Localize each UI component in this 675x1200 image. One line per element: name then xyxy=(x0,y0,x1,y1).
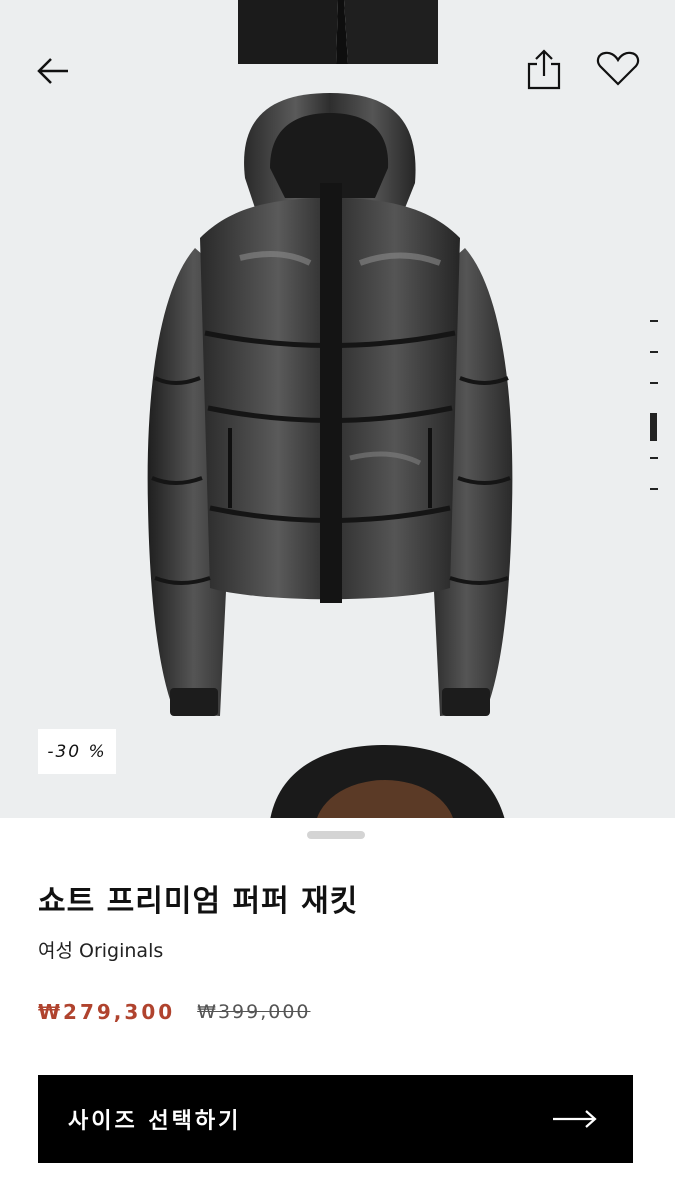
wishlist-button[interactable] xyxy=(590,41,646,97)
product-main-image xyxy=(147,93,513,716)
next-product-image xyxy=(270,745,505,818)
arrow-right-icon xyxy=(551,1109,599,1129)
pager-dot-active[interactable] xyxy=(650,413,657,441)
share-icon xyxy=(527,49,561,90)
select-size-button[interactable]: 사이즈 선택하기 xyxy=(38,1075,633,1163)
sheet-grabber[interactable] xyxy=(307,831,365,839)
select-size-label: 사이즈 선택하기 xyxy=(68,1109,242,1134)
product-info-sheet: 쇼트 프리미엄 퍼퍼 재킷 여성 Originals ₩279,300 ₩399… xyxy=(0,818,675,1200)
heart-icon xyxy=(596,51,640,86)
product-title: 쇼트 프리미엄 퍼퍼 재킷 xyxy=(38,884,359,919)
previous-product-image xyxy=(238,0,438,64)
discount-badge: -30 % xyxy=(38,729,116,774)
pager-dot[interactable] xyxy=(650,320,658,322)
back-button[interactable] xyxy=(25,43,81,99)
arrow-left-icon xyxy=(37,58,68,84)
image-pager xyxy=(650,320,662,519)
share-button[interactable] xyxy=(516,41,572,97)
product-image-gallery[interactable]: -30 % xyxy=(0,0,675,818)
sale-price: ₩279,300 xyxy=(38,1000,176,1024)
pager-dot[interactable] xyxy=(650,488,658,490)
pager-dot[interactable] xyxy=(650,457,658,459)
original-price: ₩399,000 xyxy=(197,1001,311,1023)
pager-dot[interactable] xyxy=(650,382,658,384)
price-row: ₩279,300 ₩399,000 xyxy=(38,1000,311,1024)
product-category: 여성 Originals xyxy=(38,940,164,962)
pager-dot[interactable] xyxy=(650,351,658,353)
